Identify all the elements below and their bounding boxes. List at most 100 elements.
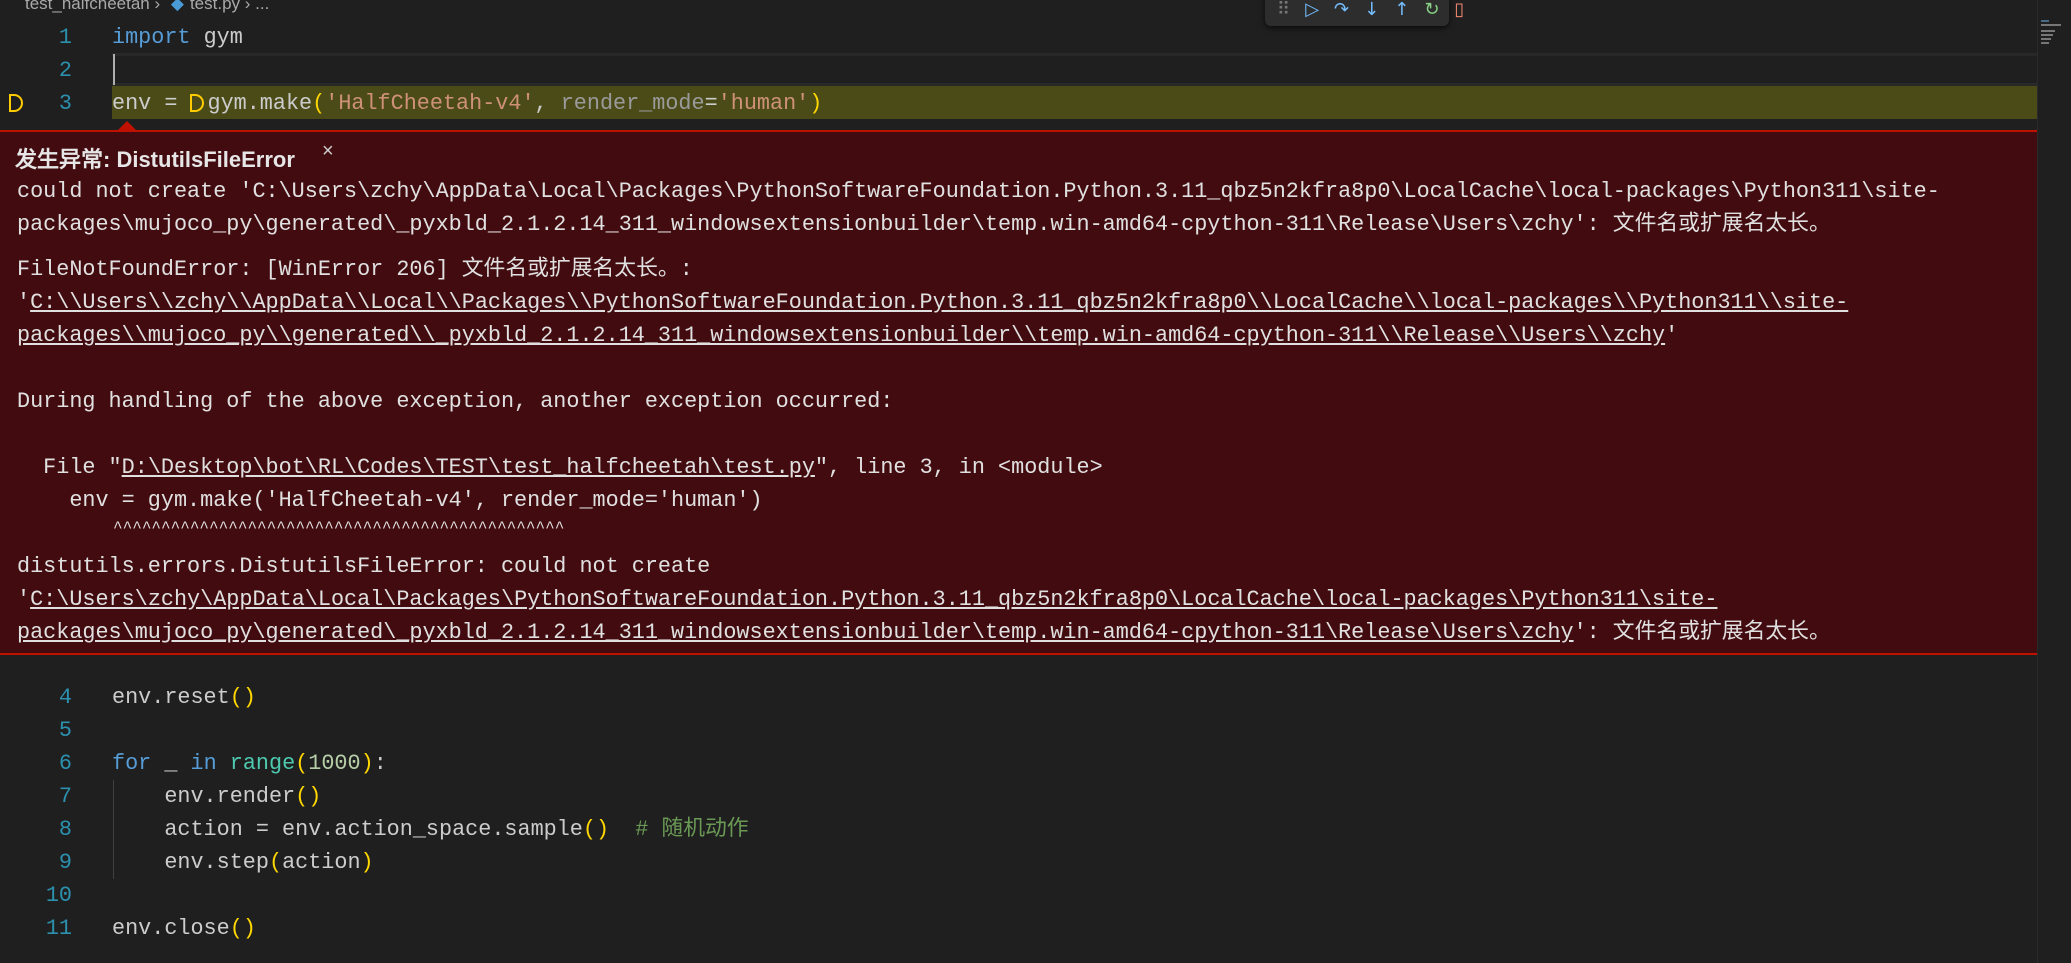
code-text: action = env.action_space.sample [112, 817, 583, 842]
file-link[interactable]: packages\mujoco_py\generated\_pyxbld_2.1… [17, 620, 1574, 645]
code-line[interactable]: 9 env.step(action) [0, 846, 2040, 879]
file-link[interactable]: packages\\mujoco_py\\generated\\_pyxbld_… [17, 323, 1665, 348]
code-line[interactable]: 10 [0, 879, 2040, 912]
line-number: 4 [58, 685, 72, 710]
breadcrumb: test_halfcheetah › ◆ test.py › ... [25, 0, 269, 14]
breadcrumb-folder[interactable]: test_halfcheetah [25, 0, 150, 13]
code-line[interactable]: 8 action = env.action_space.sample() # 随… [0, 813, 2040, 846]
minimap[interactable] [2037, 0, 2071, 963]
line-number: 10 [45, 883, 72, 908]
code-text: env.render [112, 784, 296, 809]
code-text: env = [112, 91, 191, 116]
drag-handle-icon[interactable]: ⠿ [1277, 0, 1290, 20]
code-line[interactable]: 6 for _ in range(1000): [0, 747, 2040, 780]
file-link[interactable]: D:\Desktop\bot\RL\Codes\TEST\test_halfch… [122, 455, 815, 480]
traceback-file-line: File "D:\Desktop\bot\RL\Codes\TEST\test_… [17, 451, 1103, 484]
exception-text: could not create 'C:\Users\zchy\AppData\… [17, 179, 1940, 204]
exception-widget: 发生异常: DistutilsFileError × could not cre… [0, 130, 2037, 655]
string: 'human' [717, 91, 810, 116]
keyword: for [112, 751, 152, 776]
exception-path-line: 'C:\Users\zchy\AppData\Local\Packages\Py… [17, 583, 1717, 616]
continue-icon[interactable]: ▷ [1305, 0, 1319, 20]
code-line[interactable]: 2 [0, 54, 2040, 87]
code-text: : [373, 751, 387, 776]
exception-title: 发生异常: DistutilsFileError [15, 147, 295, 172]
code-line[interactable]: 1 import gym [0, 21, 2040, 54]
minimap-line [2041, 42, 2049, 44]
code-text: _ [151, 751, 191, 776]
code-text: = [704, 91, 718, 116]
exception-path-line: packages\mujoco_py\generated\_pyxbld_2.1… [17, 616, 1831, 649]
bracket: ) [809, 91, 823, 116]
exception-path-line: packages\\mujoco_py\\generated\\_pyxbld_… [17, 319, 1678, 352]
code-text: env.close [112, 916, 230, 941]
exception-text: packages\mujoco_py\generated\_pyxbld_2.1… [17, 212, 1831, 237]
exception-caret: ^^^^^^^^^^^^^^^^^^^^^^^^^^^^^^^^^^^^^^^^… [17, 519, 565, 537]
code-text: gym [190, 25, 243, 50]
line-number: 11 [45, 916, 72, 941]
line-number: 8 [58, 817, 72, 842]
bracket: ( [268, 850, 283, 875]
close-icon[interactable]: × [322, 140, 334, 163]
code-line[interactable]: 11 env.close() [0, 912, 2040, 945]
step-over-icon[interactable]: ↷ [1334, 0, 1349, 20]
number: 1000 [308, 751, 361, 776]
line-number: 2 [58, 58, 72, 83]
exception-text: FileNotFoundError: [WinError 206] 文件名或扩展… [17, 257, 693, 282]
bracket: ( [295, 751, 309, 776]
line-number: 7 [58, 784, 72, 809]
line-number: 3 [58, 91, 72, 116]
exception-text: ", line 3, in <module> [814, 455, 1103, 480]
step-out-icon[interactable]: ↑ [1394, 0, 1409, 20]
breadcrumb-file[interactable]: test.py [190, 0, 240, 13]
bracket: () [229, 916, 256, 941]
keyword: import [112, 25, 191, 50]
minimap-line [2041, 38, 2051, 40]
code-text: gym.make [207, 91, 313, 116]
code-text: , [534, 91, 561, 116]
code-line[interactable]: 4 env.reset() [0, 681, 2040, 714]
bracket: () [582, 817, 610, 842]
inline-breakpoint-icon[interactable] [190, 94, 205, 113]
comment: # 随机动作 [635, 817, 749, 842]
string: 'HalfCheetah-v4' [325, 91, 535, 116]
code-text: action [282, 850, 361, 875]
quote: ' [1665, 323, 1679, 348]
builtin: range [229, 751, 296, 776]
python-file-icon: ◆ [170, 0, 184, 13]
minimap-line [2041, 30, 2055, 32]
code-text: env.reset [112, 685, 230, 710]
file-link[interactable]: C:\Users\zchy\AppData\Local\Packages\Pyt… [30, 587, 1717, 612]
minimap-line [2041, 20, 2049, 22]
line-number: 5 [58, 718, 72, 743]
stop-icon[interactable]: ▯ [1454, 0, 1464, 20]
quote: ' [17, 587, 31, 612]
parameter: render_mode [560, 91, 705, 116]
exception-path-line: 'C:\\Users\\zchy\\AppData\\Local\\Packag… [17, 286, 1848, 319]
code-line[interactable]: 7 env.render() [0, 780, 2040, 813]
bracket: ) [360, 751, 374, 776]
bracket: () [295, 784, 322, 809]
bracket: ) [360, 850, 374, 875]
exception-text: ': 文件名或扩展名太长。 [1573, 620, 1831, 645]
exception-text: File " [17, 455, 122, 480]
exception-pointer [118, 121, 136, 130]
line-number: 9 [58, 850, 72, 875]
minimap-line [2041, 24, 2061, 26]
code-line[interactable]: 3 env = gym.make('HalfCheetah-v4', render… [0, 87, 2040, 120]
minimap-line [2041, 34, 2053, 36]
line-number: 6 [58, 751, 72, 776]
quote: ' [17, 290, 31, 315]
bracket: ( [312, 91, 326, 116]
line-number: 1 [58, 25, 72, 50]
code-line[interactable]: 5 [0, 714, 2040, 747]
step-into-icon[interactable]: ↓ [1364, 0, 1379, 20]
breadcrumb-more[interactable]: ... [255, 0, 269, 13]
restart-icon[interactable]: ↻ [1424, 0, 1439, 20]
bracket: () [229, 685, 256, 710]
keyword: in [190, 751, 217, 776]
debug-toolbar: ⠿ ▷ ↷ ↓ ↑ ↻ ▯ [1265, 0, 1464, 26]
code-text: env.step [112, 850, 269, 875]
exception-text: During handling of the above exception, … [17, 389, 894, 414]
file-link[interactable]: C:\\Users\\zchy\\AppData\\Local\\Package… [30, 290, 1848, 315]
